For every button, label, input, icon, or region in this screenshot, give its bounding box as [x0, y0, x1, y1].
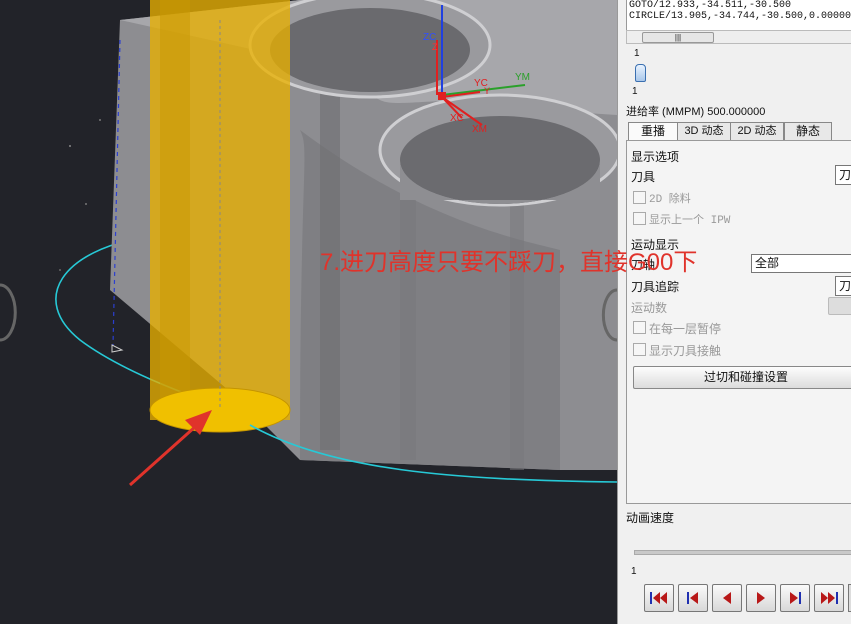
animation-speed-slider[interactable]: [634, 550, 851, 555]
next-operation-button[interactable]: [780, 584, 810, 612]
rewind-to-start-button[interactable]: [644, 584, 674, 612]
skip-to-end-icon: [821, 592, 838, 604]
tool-axis-dropdown[interactable]: 全部: [751, 254, 851, 273]
playback-slider-thumb[interactable]: [635, 64, 646, 82]
tab-3d-dynamic[interactable]: 3D 动态: [677, 122, 731, 141]
pause-each-layer-label: 在每一层暂停: [649, 322, 722, 336]
speed-value: 1: [631, 566, 637, 577]
show-tool-contact-label: 显示刀具接触: [649, 344, 722, 358]
fast-forward-to-end-button[interactable]: [814, 584, 844, 612]
horizontal-scrollbar[interactable]: |||: [626, 30, 851, 44]
display-options-heading: 显示选项: [631, 150, 680, 164]
3d-viewport[interactable]: ZC Z YC YM Y XC XM: [0, 0, 617, 624]
axis-label-ym: YM: [515, 72, 530, 83]
annotation-text: 7.进刀高度只要不踩刀，直接G00下: [320, 249, 698, 276]
previous-operation-button[interactable]: [678, 584, 708, 612]
play-forward-button[interactable]: [746, 584, 776, 612]
axis-label-xc: XC: [450, 113, 464, 124]
list-item[interactable]: CIRCLE/13.905,-34.744,-30.500,0.00000: [629, 11, 851, 22]
tool-trace-label: 刀具追踪: [631, 280, 680, 294]
toolpath-listbox[interactable]: GOTO/12.933,-34.511,-30.500 CIRCLE/13.90…: [626, 0, 851, 31]
list-item[interactable]: GOTO/12.933,-34.511,-30.500: [629, 0, 851, 11]
tool-trace-dropdown[interactable]: 刀: [835, 276, 851, 296]
remove-2d-checkbox[interactable]: [633, 191, 646, 204]
motion-count-input[interactable]: [828, 297, 851, 315]
tool-dropdown[interactable]: 刀: [835, 165, 851, 185]
motion-count-label: 运动数: [631, 301, 668, 315]
step-back-icon: [687, 592, 698, 604]
part-model-graphic: [0, 0, 617, 487]
step-backward-button[interactable]: [712, 584, 742, 612]
show-prev-ipw-checkbox[interactable]: [633, 212, 646, 225]
simulation-panel: GOTO/12.933,-34.511,-30.500 CIRCLE/13.90…: [617, 0, 851, 624]
slider-min-label: 1: [634, 48, 640, 59]
play-reverse-icon: [723, 592, 731, 604]
skip-to-start-icon: [650, 592, 667, 604]
tab-static[interactable]: 静态: [784, 122, 832, 141]
slider-value: 1: [632, 86, 638, 97]
axis-label-y: Y: [484, 86, 491, 96]
feed-rate-label: 进给率 (MMPM) 500.000000: [626, 106, 766, 118]
gouge-collision-settings-button[interactable]: 过切和碰撞设置: [633, 366, 851, 389]
tab-replay[interactable]: 重播: [628, 122, 678, 141]
step-forward-icon: [790, 592, 801, 604]
tool-label: 刀具: [631, 170, 656, 184]
show-tool-contact-checkbox[interactable]: [633, 343, 646, 356]
remove-2d-label: 2D 除料: [649, 194, 691, 206]
pause-each-layer-checkbox[interactable]: [633, 321, 646, 334]
axis-label-z: Z: [432, 42, 438, 52]
axis-label-xm: XM: [472, 124, 487, 135]
scrollbar-thumb[interactable]: |||: [642, 32, 714, 43]
play-icon: [757, 592, 765, 604]
show-prev-ipw-label: 显示上一个 IPW: [649, 215, 731, 227]
animation-speed-label: 动画速度: [626, 511, 675, 525]
tab-2d-dynamic[interactable]: 2D 动态: [730, 122, 784, 141]
